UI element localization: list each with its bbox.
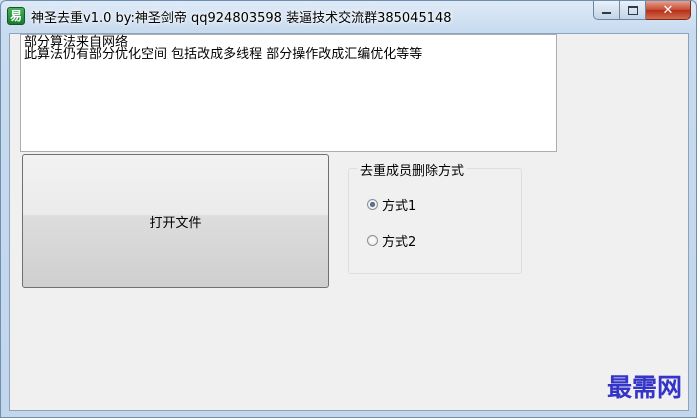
- radio-option-1[interactable]: 方式1: [367, 195, 416, 214]
- app-window: 易 神圣去重v1.0 by:神圣剑帝 qq924803598 装逼技术交流群38…: [0, 0, 697, 418]
- app-logo-icon: 易: [7, 7, 25, 25]
- open-file-button[interactable]: 打开文件: [22, 154, 329, 288]
- radio-option-2[interactable]: 方式2: [367, 231, 416, 250]
- window-controls: ✕: [593, 1, 691, 21]
- window-title: 神圣去重v1.0 by:神圣剑帝 qq924803598 装逼技术交流群3850…: [31, 11, 452, 26]
- group-title: 去重成员删除方式: [357, 160, 468, 179]
- client-area: 部分算法来自网络 此算法仍有部分优化空间 包括改成多线程 部分操作改成汇编优化等…: [9, 33, 689, 411]
- info-line-2: 此算法仍有部分优化空间 包括改成多线程 部分操作改成汇编优化等等: [24, 47, 423, 62]
- minimize-button[interactable]: [593, 1, 620, 20]
- radio-checked-icon[interactable]: [367, 199, 378, 210]
- radio-unchecked-icon[interactable]: [367, 235, 378, 246]
- radio-option-1-label: 方式1: [382, 199, 417, 214]
- delete-method-group: 去重成员删除方式 方式1 方式2: [348, 160, 522, 274]
- minimize-icon: [602, 12, 611, 14]
- close-icon: ✕: [662, 2, 674, 18]
- watermark: 最需网: [606, 373, 682, 402]
- maximize-button[interactable]: [620, 1, 646, 20]
- close-button[interactable]: ✕: [646, 1, 691, 20]
- open-file-label: 打开文件: [149, 215, 202, 231]
- info-textbox[interactable]: 部分算法来自网络 此算法仍有部分优化空间 包括改成多线程 部分操作改成汇编优化等…: [20, 34, 557, 152]
- title-bar[interactable]: 易 神圣去重v1.0 by:神圣剑帝 qq924803598 装逼技术交流群38…: [1, 1, 696, 33]
- maximize-icon: [627, 5, 638, 15]
- radio-option-2-label: 方式2: [382, 235, 417, 250]
